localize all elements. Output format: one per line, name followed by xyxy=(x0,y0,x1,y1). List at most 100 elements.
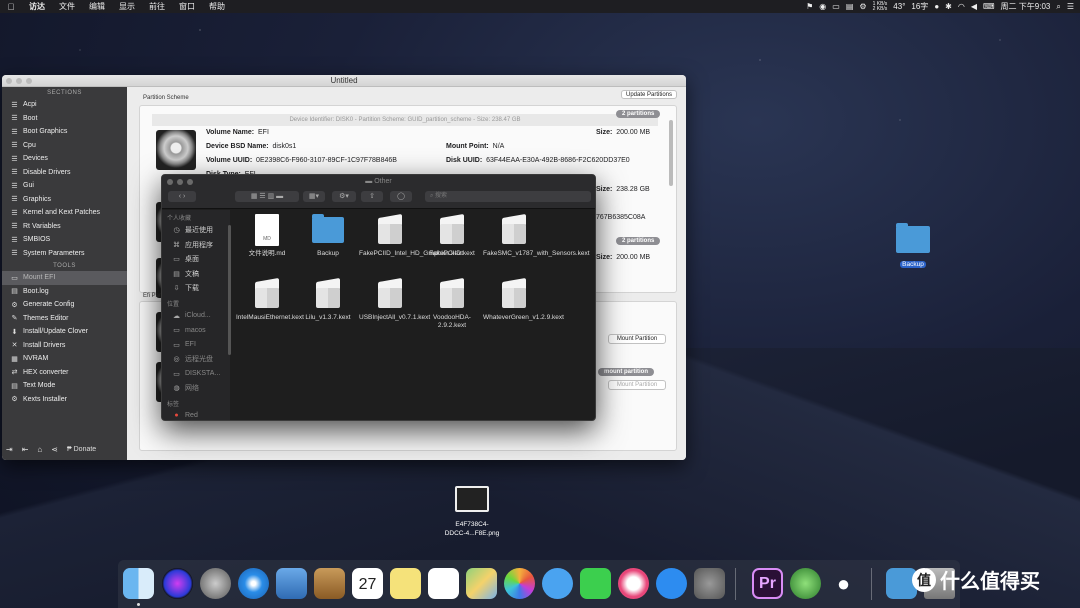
folder-item[interactable]: Backup xyxy=(297,214,359,258)
sidebar-item-disksta[interactable]: ▭ DISKSTA... xyxy=(162,367,230,382)
clipboard-icon[interactable]: ▤ xyxy=(846,2,854,11)
sidebar-item-smbios[interactable]: ☰ SMBIOS xyxy=(2,233,127,247)
photos-dock-icon[interactable] xyxy=(504,568,535,599)
input-source-icon[interactable]: ⌨ xyxy=(983,2,995,11)
minimize-button[interactable] xyxy=(16,78,22,84)
group-button[interactable]: ▦▾ xyxy=(303,191,325,202)
sidebar-item-network[interactable]: ◍ 网络 xyxy=(162,381,230,396)
sidebar-item-text-mode[interactable]: ▤ Text Mode xyxy=(2,379,127,393)
donate-button[interactable]: ₱ Donate xyxy=(67,446,96,453)
notification-center-icon[interactable]: ☰ xyxy=(1067,2,1074,11)
menu-edit[interactable]: 编辑 xyxy=(82,1,112,12)
temperature[interactable]: 43° xyxy=(893,2,905,11)
sidebar-item-hex-converter[interactable]: ⇄ HEX converter xyxy=(2,366,127,380)
sidebar-item-install-update-clover[interactable]: ⬇ Install/Update Clover xyxy=(2,325,127,339)
mail-dock-icon[interactable] xyxy=(276,568,307,599)
desktop-backup-folder[interactable]: Backup xyxy=(893,220,933,268)
sidebar-item-graphics[interactable]: ☰ Graphics xyxy=(2,193,127,207)
file-item[interactable]: MD 文件说明.md xyxy=(236,214,298,258)
sidebar-item-remote-disc[interactable]: ◎ 远程光盘 xyxy=(162,352,230,367)
premiere-dock-icon[interactable]: Pr xyxy=(752,568,783,599)
menu-view[interactable]: 显示 xyxy=(112,1,142,12)
window-titlebar[interactable]: Untitled xyxy=(2,75,686,87)
wifi-icon[interactable]: ◠ xyxy=(958,2,965,11)
sidebar-item-devices[interactable]: ☰ Devices xyxy=(2,152,127,166)
sidebar-item-boot-log[interactable]: ▤ Boot.log xyxy=(2,285,127,299)
sidebar-item-applications[interactable]: ⌘ 应用程序 xyxy=(162,238,230,253)
sidebar-item-install-drivers[interactable]: ✕ Install Drivers xyxy=(2,339,127,353)
sidebar-item-mount-efi[interactable]: ▭ Mount EFI xyxy=(2,271,127,285)
kext-item[interactable]: FakePCIID.kext xyxy=(421,213,483,258)
calendar-dock-icon[interactable]: 27 xyxy=(352,568,383,599)
export-icon[interactable]: ⇤ xyxy=(22,445,29,454)
sidebar-item-boot[interactable]: ☰ Boot xyxy=(2,112,127,126)
spotlight-icon[interactable]: ⌕ xyxy=(1056,2,1060,12)
system-preferences-dock-icon[interactable] xyxy=(694,568,725,599)
finder-sidebar-scrollbar[interactable] xyxy=(228,225,231,355)
sidebar-item-system-parameters[interactable]: ☰ System Parameters xyxy=(2,247,127,261)
menu-window[interactable]: 窗口 xyxy=(172,1,202,12)
apple-menu-icon[interactable]:  xyxy=(0,2,22,12)
menu-help[interactable]: 帮助 xyxy=(202,1,232,12)
mount-partition-button[interactable]: Mount Partition xyxy=(608,334,666,344)
kext-item[interactable]: Lilu_v1.3.7.kext xyxy=(297,277,359,322)
share-icon[interactable]: ⇧ xyxy=(361,191,383,202)
desktop-screenshot-file[interactable]: E4F738C4- DDCC-4...F8E.png xyxy=(436,486,508,538)
share-icon[interactable]: ⋖ xyxy=(51,445,58,454)
sidebar-item-tag-red[interactable]: ● Red xyxy=(162,409,230,421)
kext-item[interactable]: VoodooHDA-2.9.2.kext xyxy=(421,277,483,330)
sidebar-item-kernel-kext-patches[interactable]: ☰ Kernel and Kext Patches xyxy=(2,206,127,220)
clock[interactable]: 周二 下午9:03 xyxy=(1001,1,1051,12)
sidebar-item-kexts-installer[interactable]: ⚙ Kexts Installer xyxy=(2,393,127,407)
messages-dock-icon[interactable] xyxy=(542,568,573,599)
maps-dock-icon[interactable] xyxy=(466,568,497,599)
finder-dock-icon[interactable] xyxy=(123,568,154,599)
close-button[interactable] xyxy=(6,78,12,84)
sidebar-item-desktop[interactable]: ▭ 桌面 xyxy=(162,252,230,267)
action-gear-icon[interactable]: ⚙▾ xyxy=(332,191,356,202)
reminders-dock-icon[interactable] xyxy=(428,568,459,599)
sidebar-item-generate-config[interactable]: ⚙ Generate Config xyxy=(2,298,127,312)
launchpad-dock-icon[interactable] xyxy=(200,568,231,599)
sidebar-item-documents[interactable]: ▤ 文稿 xyxy=(162,267,230,282)
bluetooth-icon[interactable]: ✱ xyxy=(945,2,952,11)
gear-icon[interactable]: ⚙ xyxy=(859,2,866,11)
flag-icon[interactable]: ⚑ xyxy=(806,2,813,11)
sidebar-item-icloud[interactable]: ☁ iCloud... xyxy=(162,309,230,324)
sidebar-item-gui[interactable]: ☰ Gui xyxy=(2,179,127,193)
menu-finder[interactable]: 访达 xyxy=(22,1,52,12)
view-mode-buttons[interactable]: ▦ ☰ ▥ ▬ xyxy=(235,191,299,202)
menu-go[interactable]: 前往 xyxy=(142,1,172,12)
import-icon[interactable]: ⇥ xyxy=(6,445,13,454)
kext-item[interactable]: USBInjectAll_v0.7.1.kext xyxy=(359,277,430,322)
sidebar-item-cpu[interactable]: ☰ Cpu xyxy=(2,139,127,153)
sidebar-item-recents[interactable]: ◷ 最近使用 xyxy=(162,223,230,238)
back-forward-buttons[interactable]: ‹ › xyxy=(168,191,196,202)
safari-dock-icon[interactable] xyxy=(238,568,269,599)
eye-icon[interactable]: ◉ xyxy=(819,2,826,11)
facetime-dock-icon[interactable] xyxy=(580,568,611,599)
sidebar-item-efi[interactable]: ▭ EFI xyxy=(162,338,230,353)
sidebar-item-boot-graphics[interactable]: ☰ Boot Graphics xyxy=(2,125,127,139)
menu-file[interactable]: 文件 xyxy=(52,1,82,12)
mount-partition-button-2[interactable]: Mount Partition xyxy=(608,380,666,390)
itunes-dock-icon[interactable] xyxy=(618,568,649,599)
panel-scrollbar[interactable] xyxy=(669,120,673,186)
kext-item[interactable]: FakeSMC_v1787_with_Sensors.kext xyxy=(483,213,590,258)
update-partitions-button[interactable]: Update Partitions xyxy=(621,90,677,99)
display-icon[interactable]: ▭ xyxy=(832,2,840,11)
sidebar-item-macos[interactable]: ▭ macos xyxy=(162,323,230,338)
kext-item[interactable]: WhateverGreen_v1.2.9.kext xyxy=(483,277,564,322)
app-store-dock-icon[interactable] xyxy=(656,568,687,599)
tag-icon[interactable]: ◯ xyxy=(390,191,412,202)
search-input[interactable]: ⌕ 搜索 xyxy=(425,191,591,202)
sidebar-item-nvram[interactable]: ▦ NVRAM xyxy=(2,352,127,366)
sidebar-item-themes-editor[interactable]: ✎ Themes Editor xyxy=(2,312,127,326)
sidebar-item-acpi[interactable]: ☰ Acpi xyxy=(2,98,127,112)
network-stats[interactable]: 1 KB/s 2 KB/s xyxy=(873,1,888,12)
stickies-dock-icon[interactable] xyxy=(390,568,421,599)
volume-icon[interactable]: ◀ xyxy=(971,2,977,11)
ime-status[interactable]: 16字 xyxy=(911,1,928,12)
xbox-dock-icon[interactable] xyxy=(790,568,821,599)
home-icon[interactable]: ⌂ xyxy=(37,445,42,454)
